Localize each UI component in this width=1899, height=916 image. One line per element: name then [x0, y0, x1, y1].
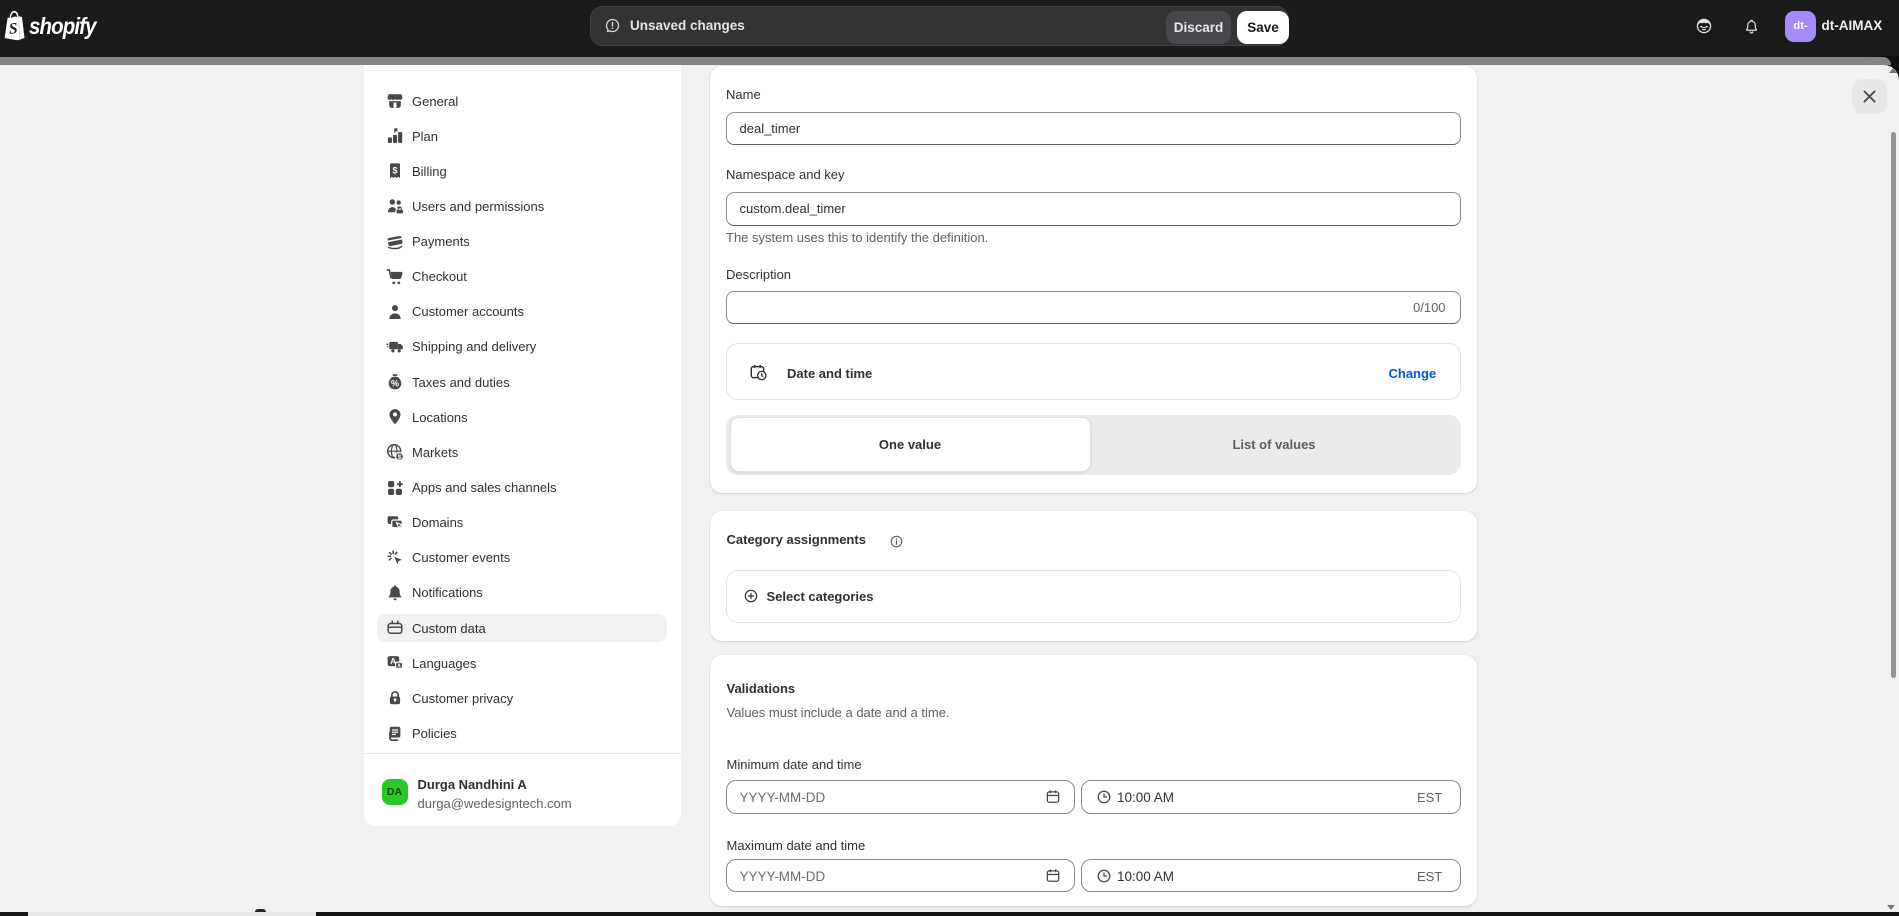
- svg-text:$: $: [398, 454, 402, 461]
- svg-text:$: $: [392, 166, 397, 176]
- svg-text:%: %: [391, 379, 399, 389]
- svg-text:S: S: [8, 20, 18, 38]
